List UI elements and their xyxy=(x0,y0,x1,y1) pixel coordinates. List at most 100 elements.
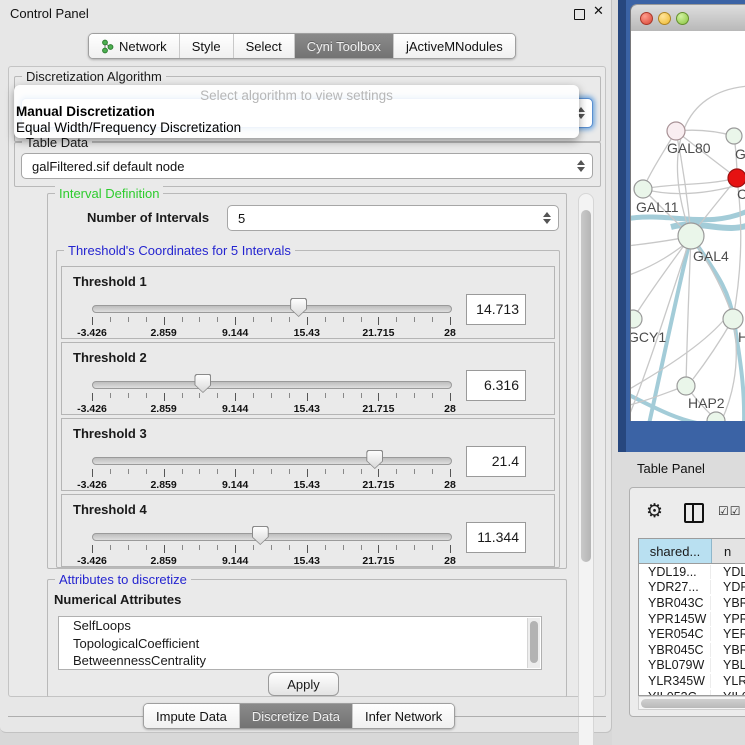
cell-name[interactable]: YBR0 xyxy=(711,596,745,610)
close-icon[interactable]: ✕ xyxy=(593,4,604,19)
tick-mark xyxy=(414,469,415,474)
cell-name[interactable]: YPR1 xyxy=(711,612,745,626)
tab-jactivemnodules[interactable]: jActiveMNodules xyxy=(394,34,515,58)
columns-icon[interactable] xyxy=(684,503,704,523)
attribute-item-topologicalcoefficient[interactable]: TopologicalCoefficient xyxy=(59,635,541,653)
tick-mark xyxy=(128,545,129,550)
numerical-attributes-list[interactable]: SelfLoopsTopologicalCoefficientBetweenne… xyxy=(58,616,542,670)
minimize-traffic-light-icon[interactable] xyxy=(658,12,671,25)
tab-network[interactable]: Network xyxy=(89,34,180,58)
table-row[interactable]: YDR27...YDR2 xyxy=(639,580,745,596)
cell-shared-name[interactable]: YBR045C xyxy=(639,643,711,657)
network-node-h[interactable] xyxy=(723,309,743,329)
slider-track[interactable] xyxy=(92,305,452,313)
slider-thumb[interactable] xyxy=(366,450,383,469)
slider-track[interactable] xyxy=(92,457,452,465)
table-row[interactable]: YPR145WYPR1 xyxy=(639,611,745,627)
dropdown-item-equal-width-frequency[interactable]: Equal Width/Frequency Discretization xyxy=(16,120,241,135)
cell-shared-name[interactable]: YDR27... xyxy=(639,580,711,594)
table-row[interactable]: YER054CYER0 xyxy=(639,626,745,642)
tick-mark xyxy=(307,393,308,401)
cell-shared-name[interactable]: YER054C xyxy=(639,627,711,641)
table-horizontal-scrollbar[interactable] xyxy=(638,696,745,710)
threshold-value-field[interactable]: 11.344 xyxy=(466,522,526,553)
tab-impute-data[interactable]: Impute Data xyxy=(144,704,240,728)
table-panel: ⚙ ☑☑ shared... n YDL19...YDL1YDR27...YDR… xyxy=(629,487,745,717)
top-tab-strip: NetworkStyleSelectCyni ToolboxjActiveMNo… xyxy=(88,33,516,59)
tick-mark xyxy=(325,469,326,474)
cell-name[interactable]: YLR3 xyxy=(711,674,745,688)
cell-name[interactable]: YBL0 xyxy=(711,658,745,672)
tick-mark xyxy=(432,393,433,398)
network-edge[interactable] xyxy=(643,178,737,189)
tab-infer-network[interactable]: Infer Network xyxy=(353,704,454,728)
network-edge[interactable] xyxy=(631,241,689,276)
cell-name[interactable]: YDR2 xyxy=(711,580,745,594)
column-header-name[interactable]: n xyxy=(712,539,745,563)
slider-thumb[interactable] xyxy=(194,374,211,393)
table-row[interactable]: YIL053CYIL0 xyxy=(639,689,745,696)
network-canvas[interactable]: GAL80GACGAL11GAL4GCY1HHAP2 xyxy=(631,31,745,421)
hscrollbar-thumb[interactable] xyxy=(641,699,745,708)
network-node-hap2[interactable] xyxy=(677,377,695,395)
tick-mark xyxy=(110,393,111,398)
slider-track[interactable] xyxy=(92,533,452,541)
table-row[interactable]: YBR045CYBR0 xyxy=(639,642,745,658)
threshold-value-field[interactable]: 14.713 xyxy=(466,294,526,325)
tab-discretize-data[interactable]: Discretize Data xyxy=(240,704,353,728)
cell-shared-name[interactable]: YPR145W xyxy=(639,612,711,626)
select-columns-checkbox-icons[interactable]: ☑☑ xyxy=(718,504,742,518)
gear-icon[interactable]: ⚙ xyxy=(646,501,663,521)
network-edge[interactable] xyxy=(733,187,741,319)
attribute-item-betweennesscentrality[interactable]: BetweennessCentrality xyxy=(59,652,541,670)
tick-mark xyxy=(450,393,451,401)
network-node-gcy1[interactable] xyxy=(631,310,642,328)
close-traffic-light-icon[interactable] xyxy=(640,12,653,25)
cell-shared-name[interactable]: YLR345W xyxy=(639,674,711,688)
tick-label: 9.144 xyxy=(222,403,248,415)
slider-thumb[interactable] xyxy=(252,526,269,545)
cell-shared-name[interactable]: YBL079W xyxy=(639,658,711,672)
tab-cyni-toolbox[interactable]: Cyni Toolbox xyxy=(295,34,394,58)
tick-mark xyxy=(414,317,415,322)
cell-name[interactable]: YER0 xyxy=(711,627,745,641)
dropdown-item-manual-discretization[interactable]: Manual Discretization xyxy=(16,104,155,119)
attribute-item-selfloops[interactable]: SelfLoops xyxy=(59,617,541,635)
dropdown-placeholder-item[interactable]: Select algorithm to view settings xyxy=(14,88,579,103)
tick-mark xyxy=(325,545,326,550)
tick-mark xyxy=(235,469,236,477)
network-edge[interactable] xyxy=(693,319,733,379)
threshold-value-field[interactable]: 21.4 xyxy=(466,446,526,477)
float-window-icon[interactable] xyxy=(574,9,585,20)
table-row[interactable]: YBR043CYBR0 xyxy=(639,595,745,611)
slider-track[interactable] xyxy=(92,381,452,389)
cell-shared-name[interactable]: YDL19... xyxy=(639,565,711,579)
network-node-ga[interactable] xyxy=(726,128,742,144)
network-node-c[interactable] xyxy=(728,169,745,187)
tick-mark xyxy=(235,393,236,401)
list-scrollbar-thumb[interactable] xyxy=(530,621,538,663)
panel-scrollbar[interactable] xyxy=(578,193,594,745)
panel-scrollbar-thumb[interactable] xyxy=(581,210,591,562)
network-node-gal4[interactable] xyxy=(678,223,704,249)
table-row[interactable]: YBL079WYBL0 xyxy=(639,658,745,674)
table-data-combobox[interactable]: galFiltered.sif default node xyxy=(21,153,593,179)
slider-thumb[interactable] xyxy=(290,298,307,317)
table-row[interactable]: YDL19...YDL1 xyxy=(639,564,745,580)
table-row[interactable]: YLR345WYLR3 xyxy=(639,673,745,689)
column-header-shared-name[interactable]: shared... xyxy=(639,539,712,563)
cell-name[interactable]: YBR0 xyxy=(711,643,745,657)
tab-style[interactable]: Style xyxy=(180,34,234,58)
network-node-gal80[interactable] xyxy=(667,122,685,140)
network-node-gal11[interactable] xyxy=(634,180,652,198)
window-titlebar[interactable] xyxy=(631,5,745,32)
num-intervals-combobox[interactable]: 5 xyxy=(227,205,559,231)
cell-name[interactable]: YDL1 xyxy=(711,565,745,579)
tick-mark xyxy=(182,469,183,474)
apply-button[interactable]: Apply xyxy=(268,672,339,696)
zoom-traffic-light-icon[interactable] xyxy=(676,12,689,25)
threshold-value-field[interactable]: 6.316 xyxy=(466,370,526,401)
tab-select[interactable]: Select xyxy=(234,34,295,58)
cell-shared-name[interactable]: YBR043C xyxy=(639,596,711,610)
list-scrollbar[interactable] xyxy=(527,618,540,668)
